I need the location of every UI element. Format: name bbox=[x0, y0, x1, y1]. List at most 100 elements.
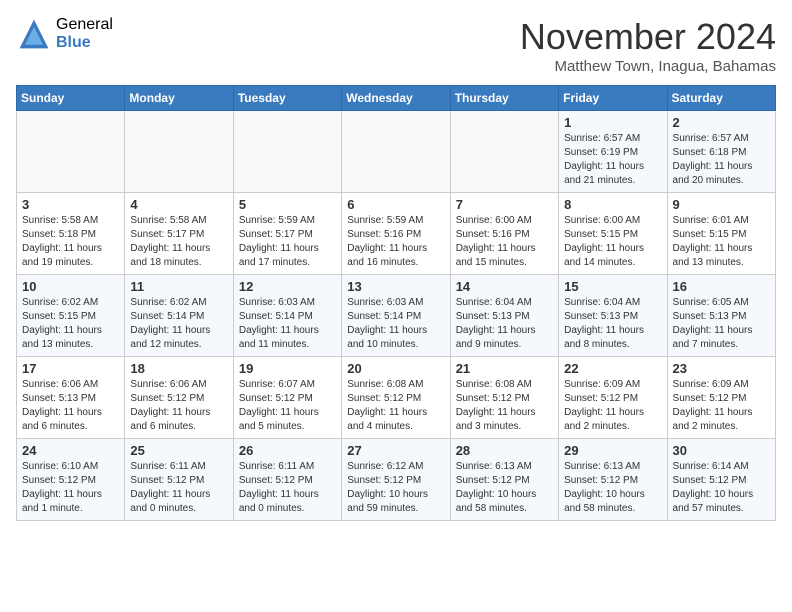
day-number: 4 bbox=[130, 197, 227, 212]
day-info: Sunrise: 6:10 AM Sunset: 5:12 PM Dayligh… bbox=[22, 460, 119, 516]
day-number: 18 bbox=[130, 361, 227, 376]
calendar-cell: 22 Sunrise: 6:09 AM Sunset: 5:12 PM Dayli… bbox=[559, 357, 667, 439]
calendar-cell bbox=[125, 111, 233, 193]
calendar-week-2: 10Sunrise: 6:02 AM Sunset: 5:15 PM Dayli… bbox=[17, 275, 776, 357]
weekday-wednesday: Wednesday bbox=[342, 86, 450, 111]
calendar-cell: 8Sunrise: 6:00 AM Sunset: 5:15 PM Daylig… bbox=[559, 193, 667, 275]
day-info: Sunrise: 6:13 AM Sunset: 5:12 PM Dayligh… bbox=[564, 460, 661, 516]
calendar-cell: 14Sunrise: 6:04 AM Sunset: 5:13 PM Dayli… bbox=[450, 275, 558, 357]
calendar-cell: 29 Sunrise: 6:13 AM Sunset: 5:12 PM Dayli… bbox=[559, 439, 667, 521]
day-info: Sunrise: 6:03 AM Sunset: 5:14 PM Dayligh… bbox=[347, 296, 444, 352]
day-number: 13 bbox=[347, 279, 444, 294]
calendar-header: SundayMondayTuesdayWednesdayThursdayFrid… bbox=[17, 86, 776, 111]
day-number: 29 bbox=[564, 443, 661, 458]
calendar-cell: 24 Sunrise: 6:10 AM Sunset: 5:12 PM Dayli… bbox=[17, 439, 125, 521]
calendar-cell: 25Sunrise: 6:11 AM Sunset: 5:12 PM Dayli… bbox=[125, 439, 233, 521]
logo-general: General bbox=[56, 16, 113, 34]
calendar-week-4: 24 Sunrise: 6:10 AM Sunset: 5:12 PM Dayli… bbox=[17, 439, 776, 521]
day-info: Sunrise: 6:00 AM Sunset: 5:16 PM Dayligh… bbox=[456, 214, 553, 270]
logo-blue: Blue bbox=[56, 34, 113, 52]
calendar-cell: 6 Sunrise: 5:59 AM Sunset: 5:16 PM Daylig… bbox=[342, 193, 450, 275]
day-number: 1 bbox=[564, 115, 661, 130]
calendar-subtitle: Matthew Town, Inagua, Bahamas bbox=[520, 58, 776, 75]
calendar-cell: 17Sunrise: 6:06 AM Sunset: 5:13 PM Dayli… bbox=[17, 357, 125, 439]
calendar-table: SundayMondayTuesdayWednesdayThursdayFrid… bbox=[16, 85, 776, 521]
logo: General Blue bbox=[16, 16, 113, 52]
logo-icon bbox=[16, 16, 52, 52]
day-number: 24 bbox=[22, 443, 119, 458]
day-info: Sunrise: 6:02 AM Sunset: 5:14 PM Dayligh… bbox=[130, 296, 227, 352]
calendar-cell: 7 Sunrise: 6:00 AM Sunset: 5:16 PM Daylig… bbox=[450, 193, 558, 275]
day-info: Sunrise: 6:04 AM Sunset: 5:13 PM Dayligh… bbox=[456, 296, 553, 352]
day-info: Sunrise: 5:59 AM Sunset: 5:17 PM Dayligh… bbox=[239, 214, 336, 270]
calendar-cell: 16 Sunrise: 6:05 AM Sunset: 5:13 PM Dayli… bbox=[667, 275, 775, 357]
day-number: 21 bbox=[456, 361, 553, 376]
day-number: 15 bbox=[564, 279, 661, 294]
logo-text: General Blue bbox=[56, 16, 113, 51]
day-info: Sunrise: 6:07 AM Sunset: 5:12 PM Dayligh… bbox=[239, 378, 336, 434]
day-number: 9 bbox=[673, 197, 770, 212]
day-number: 12 bbox=[239, 279, 336, 294]
day-number: 16 bbox=[673, 279, 770, 294]
day-number: 28 bbox=[456, 443, 553, 458]
calendar-cell: 26Sunrise: 6:11 AM Sunset: 5:12 PM Dayli… bbox=[233, 439, 341, 521]
day-info: Sunrise: 6:09 AM Sunset: 5:12 PM Dayligh… bbox=[673, 378, 770, 434]
weekday-monday: Monday bbox=[125, 86, 233, 111]
calendar-cell: 30Sunrise: 6:14 AM Sunset: 5:12 PM Dayli… bbox=[667, 439, 775, 521]
calendar-cell: 1 Sunrise: 6:57 AM Sunset: 6:19 PM Daylig… bbox=[559, 111, 667, 193]
day-info: Sunrise: 5:59 AM Sunset: 5:16 PM Dayligh… bbox=[347, 214, 444, 270]
day-info: Sunrise: 6:06 AM Sunset: 5:13 PM Dayligh… bbox=[22, 378, 119, 434]
day-number: 30 bbox=[673, 443, 770, 458]
calendar-cell: 2 Sunrise: 6:57 AM Sunset: 6:18 PM Daylig… bbox=[667, 111, 775, 193]
calendar-cell: 18 Sunrise: 6:06 AM Sunset: 5:12 PM Dayli… bbox=[125, 357, 233, 439]
day-number: 5 bbox=[239, 197, 336, 212]
calendar-cell: 28 Sunrise: 6:13 AM Sunset: 5:12 PM Dayli… bbox=[450, 439, 558, 521]
calendar-cell: 13 Sunrise: 6:03 AM Sunset: 5:14 PM Dayli… bbox=[342, 275, 450, 357]
day-info: Sunrise: 6:04 AM Sunset: 5:13 PM Dayligh… bbox=[564, 296, 661, 352]
weekday-sunday: Sunday bbox=[17, 86, 125, 111]
day-info: Sunrise: 6:12 AM Sunset: 5:12 PM Dayligh… bbox=[347, 460, 444, 516]
day-info: Sunrise: 6:57 AM Sunset: 6:19 PM Dayligh… bbox=[564, 132, 661, 188]
day-number: 27 bbox=[347, 443, 444, 458]
day-number: 20 bbox=[347, 361, 444, 376]
day-number: 7 bbox=[456, 197, 553, 212]
day-info: Sunrise: 6:03 AM Sunset: 5:14 PM Dayligh… bbox=[239, 296, 336, 352]
calendar-cell: 19 Sunrise: 6:07 AM Sunset: 5:12 PM Dayli… bbox=[233, 357, 341, 439]
title-block: November 2024 Matthew Town, Inagua, Baha… bbox=[520, 16, 776, 75]
calendar-cell: 5 Sunrise: 5:59 AM Sunset: 5:17 PM Daylig… bbox=[233, 193, 341, 275]
weekday-tuesday: Tuesday bbox=[233, 86, 341, 111]
calendar-week-1: 3Sunrise: 5:58 AM Sunset: 5:18 PM Daylig… bbox=[17, 193, 776, 275]
weekday-header-row: SundayMondayTuesdayWednesdayThursdayFrid… bbox=[17, 86, 776, 111]
calendar-body: 1 Sunrise: 6:57 AM Sunset: 6:19 PM Daylig… bbox=[17, 111, 776, 521]
day-info: Sunrise: 6:09 AM Sunset: 5:12 PM Dayligh… bbox=[564, 378, 661, 434]
calendar-cell: 9 Sunrise: 6:01 AM Sunset: 5:15 PM Daylig… bbox=[667, 193, 775, 275]
day-number: 23 bbox=[673, 361, 770, 376]
day-number: 19 bbox=[239, 361, 336, 376]
day-number: 2 bbox=[673, 115, 770, 130]
calendar-cell: 4Sunrise: 5:58 AM Sunset: 5:17 PM Daylig… bbox=[125, 193, 233, 275]
day-number: 11 bbox=[130, 279, 227, 294]
day-number: 8 bbox=[564, 197, 661, 212]
day-info: Sunrise: 6:05 AM Sunset: 5:13 PM Dayligh… bbox=[673, 296, 770, 352]
calendar-week-0: 1 Sunrise: 6:57 AM Sunset: 6:19 PM Daylig… bbox=[17, 111, 776, 193]
calendar-cell bbox=[17, 111, 125, 193]
day-number: 6 bbox=[347, 197, 444, 212]
calendar-week-3: 17Sunrise: 6:06 AM Sunset: 5:13 PM Dayli… bbox=[17, 357, 776, 439]
day-info: Sunrise: 6:57 AM Sunset: 6:18 PM Dayligh… bbox=[673, 132, 770, 188]
calendar-cell bbox=[233, 111, 341, 193]
calendar-cell: 11 Sunrise: 6:02 AM Sunset: 5:14 PM Dayli… bbox=[125, 275, 233, 357]
day-info: Sunrise: 6:11 AM Sunset: 5:12 PM Dayligh… bbox=[239, 460, 336, 516]
day-number: 22 bbox=[564, 361, 661, 376]
calendar-cell: 21 Sunrise: 6:08 AM Sunset: 5:12 PM Dayli… bbox=[450, 357, 558, 439]
weekday-thursday: Thursday bbox=[450, 86, 558, 111]
calendar-title: November 2024 bbox=[520, 16, 776, 58]
weekday-saturday: Saturday bbox=[667, 86, 775, 111]
calendar-cell bbox=[450, 111, 558, 193]
day-info: Sunrise: 6:01 AM Sunset: 5:15 PM Dayligh… bbox=[673, 214, 770, 270]
day-info: Sunrise: 6:06 AM Sunset: 5:12 PM Dayligh… bbox=[130, 378, 227, 434]
day-info: Sunrise: 6:08 AM Sunset: 5:12 PM Dayligh… bbox=[456, 378, 553, 434]
day-info: Sunrise: 6:13 AM Sunset: 5:12 PM Dayligh… bbox=[456, 460, 553, 516]
calendar-cell bbox=[342, 111, 450, 193]
page-header: General Blue November 2024 Matthew Town,… bbox=[16, 16, 776, 75]
day-info: Sunrise: 6:11 AM Sunset: 5:12 PM Dayligh… bbox=[130, 460, 227, 516]
